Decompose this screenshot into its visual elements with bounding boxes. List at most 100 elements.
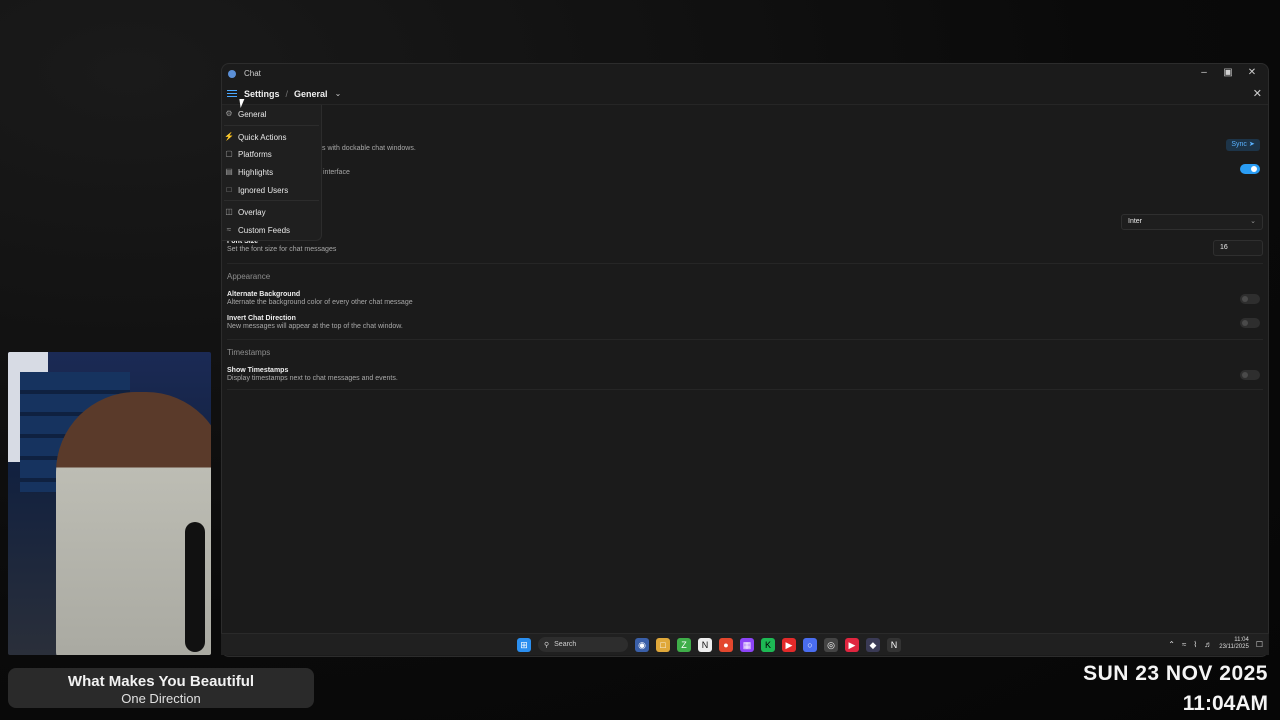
font-size-label: Font Size — [227, 238, 259, 245]
twitch-icon[interactable]: ▦ — [740, 637, 754, 652]
menu-item-general[interactable]: ⚙ General — [222, 106, 322, 122]
chat-app-icon[interactable]: ◆ — [866, 637, 880, 652]
chat-window: Chat – ▣ ✕ Settings / General ⌄ ✕ s with… — [221, 63, 1269, 657]
alternate-background-label: Alternate Background — [227, 291, 301, 298]
font-size-input[interactable]: 16 — [1213, 240, 1263, 256]
font-family-select[interactable]: Inter ⌄ — [1121, 214, 1263, 230]
webcam-feed — [8, 352, 211, 655]
obs-icon[interactable]: ◎ — [824, 637, 838, 652]
breadcrumb: Settings / General ⌄ ✕ — [222, 83, 1268, 105]
hamburger-menu-icon[interactable] — [227, 89, 237, 98]
monitor-icon: ▢ — [225, 149, 233, 158]
invert-direction-label: Invert Chat Direction — [227, 315, 296, 322]
chevron-up-icon[interactable]: ⌃ — [1168, 640, 1175, 649]
title-bar[interactable]: Chat – ▣ ✕ — [222, 64, 1268, 83]
alternate-background-desc: Alternate the background color of every … — [227, 299, 413, 306]
taskbar-search[interactable]: ⚲ Search — [538, 637, 628, 652]
taskbar-clock[interactable]: 11:04 23/11/2025 — [1219, 637, 1249, 651]
maximize-icon[interactable]: ▣ — [1216, 65, 1240, 81]
task-view-icon[interactable]: ◉ — [635, 637, 649, 652]
menu-item-label: General — [238, 109, 267, 119]
clock-time: 11:04AM — [1182, 692, 1268, 715]
highlight-icon: ▤ — [225, 167, 233, 176]
menu-item-label: Ignored Users — [238, 185, 289, 195]
volume-icon[interactable]: ♬ — [1204, 640, 1212, 649]
divider — [227, 339, 1263, 340]
clock-date: SUN 23 NOV 2025 — [1083, 662, 1268, 685]
song-artist: One Direction — [121, 691, 201, 706]
close-icon[interactable]: ✕ — [1240, 65, 1264, 81]
font-size-row: Font Size Set the font size for chat mes… — [227, 238, 1260, 253]
notepad-icon[interactable]: N — [887, 637, 901, 652]
close-settings-icon[interactable]: ✕ — [1253, 87, 1262, 100]
appearance-heading: Appearance — [227, 272, 271, 281]
song-title: What Makes You Beautiful — [67, 673, 255, 690]
window-title: Chat — [244, 69, 261, 78]
select-chevron-icon: ⌄ — [1250, 218, 1256, 225]
webcam-microphone — [185, 522, 205, 652]
show-timestamps-toggle[interactable] — [1240, 370, 1260, 380]
menu-item-highlights[interactable]: ▤ Highlights — [222, 164, 322, 180]
dock-toggle[interactable] — [1240, 164, 1260, 174]
app-logo-icon — [228, 69, 236, 78]
show-timestamps-label: Show Timestamps — [227, 367, 289, 374]
sync-label: Sync — [1231, 141, 1247, 148]
wifi-icon[interactable]: ⌇ — [1193, 640, 1197, 649]
menu-item-label: Quick Actions — [238, 132, 287, 142]
now-playing-overlay: What Makes You Beautiful One Direction — [8, 668, 314, 708]
search-label: Search — [554, 641, 577, 648]
menu-item-label: Platforms — [238, 149, 272, 159]
alternate-background-row: Alternate Background Alternate the backg… — [227, 291, 1260, 306]
app-green-icon[interactable]: Z — [677, 637, 691, 652]
taskbar-date: 23/11/2025 — [1219, 644, 1249, 650]
interface-setting-desc: interface — [323, 169, 350, 176]
invert-direction-toggle[interactable] — [1240, 318, 1260, 328]
breadcrumb-settings[interactable]: Settings — [244, 89, 280, 99]
chrome-icon[interactable]: ● — [719, 637, 733, 652]
kick-icon[interactable]: K — [761, 637, 775, 652]
menu-separator — [224, 200, 319, 201]
file-explorer-icon[interactable]: □ — [656, 637, 670, 652]
app-blue-icon[interactable]: ○ — [803, 637, 817, 652]
notion-icon[interactable]: N — [698, 637, 712, 652]
gear-icon: ⚙ — [225, 109, 233, 118]
network-icon[interactable]: ≈ — [1182, 640, 1186, 649]
menu-item-custom-feeds[interactable]: ≈ Custom Feeds — [222, 222, 322, 238]
interface-setting-row: interface — [227, 164, 1260, 182]
breadcrumb-separator: / — [285, 88, 289, 99]
menu-item-quick-actions[interactable]: ⚡ Quick Actions — [222, 129, 322, 145]
user-block-icon: □ — [226, 185, 232, 194]
invert-direction-desc: New messages will appear at the top of t… — [227, 323, 403, 330]
dock-setting-desc: s with dockable chat windows. — [322, 145, 416, 152]
youtube-icon[interactable]: ▶ — [782, 637, 796, 652]
sync-button[interactable]: Sync ➤ — [1226, 139, 1260, 151]
stream-clock: SUN 23 NOV 2025 11:04AM — [1083, 662, 1268, 716]
menu-item-label: Highlights — [238, 167, 274, 177]
menu-separator — [224, 125, 319, 126]
taskbar-time: 11:04 — [1234, 637, 1249, 643]
menu-item-overlay[interactable]: ◫ Overlay — [222, 204, 322, 220]
alternate-background-toggle[interactable] — [1240, 294, 1260, 304]
bolt-icon: ⚡ — [224, 132, 234, 141]
chevron-down-icon[interactable]: ⌄ — [335, 89, 342, 98]
breadcrumb-general[interactable]: General — [294, 89, 328, 99]
rss-icon: ≈ — [226, 225, 232, 234]
menu-item-ignored-users[interactable]: □ Ignored Users — [222, 182, 322, 198]
minimize-icon[interactable]: – — [1192, 65, 1216, 81]
notification-icon[interactable]: ☐ — [1256, 640, 1263, 649]
menu-item-platforms[interactable]: ▢ Platforms — [222, 146, 322, 162]
window-controls: – ▣ ✕ — [1192, 65, 1264, 81]
menu-item-label: Overlay — [238, 207, 266, 217]
show-timestamps-row: Show Timestamps Display timestamps next … — [227, 367, 1260, 382]
invert-direction-row: Invert Chat Direction New messages will … — [227, 315, 1260, 330]
font-family-value: Inter — [1128, 218, 1143, 225]
divider — [227, 263, 1263, 264]
windows-start-icon[interactable]: ⊞ — [517, 637, 531, 652]
system-tray: ⌃ ≈ ⌇ ♬ 11:04 23/11/2025 ☐ — [1168, 637, 1263, 651]
menu-item-label: Custom Feeds — [238, 225, 291, 235]
dock-setting-row: s with dockable chat windows. Sync ➤ — [227, 139, 1260, 158]
media-player-icon[interactable]: ▶ — [845, 637, 859, 652]
desktop: What Makes You Beautiful One Direction S… — [0, 0, 1280, 720]
settings-content: s with dockable chat windows. Sync ➤ int… — [222, 105, 1268, 625]
show-timestamps-desc: Display timestamps next to chat messages… — [227, 375, 398, 382]
